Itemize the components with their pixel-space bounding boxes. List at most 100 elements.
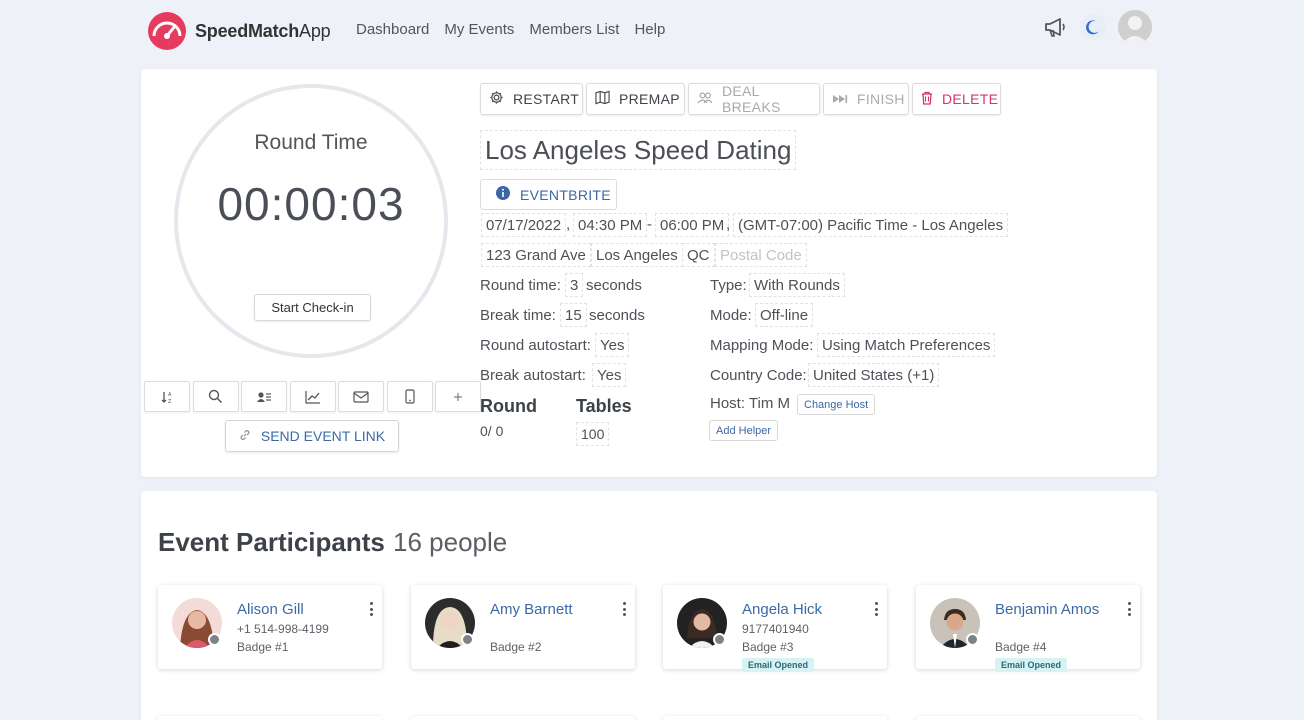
top-navbar: SpeedMatchApp Dashboard My Events Member… [0,0,1304,62]
tables-heading: Tables [576,396,632,416]
email-opened-badge: Email Opened [742,658,815,672]
tables-field[interactable]: 100 [576,422,610,446]
megaphone-icon[interactable] [1042,14,1068,40]
participant-card[interactable] [158,716,382,720]
round-time-setting-field[interactable]: 3 [565,273,584,297]
country-code-label: Country Code: [710,367,807,384]
mapping-mode-label: Mapping Mode: [710,337,814,354]
participant-badge: Badge #4 [995,640,1047,654]
fast-forward-icon [832,91,848,107]
participant-name[interactable]: Benjamin Amos [995,601,1099,618]
brand-name: SpeedMatchApp [195,20,331,41]
status-dot [713,633,726,646]
gear-icon [489,90,504,108]
event-date-field[interactable]: 07/17/2022 [481,213,567,237]
eventbrite-button[interactable]: EVENTBRITE [480,179,617,210]
participant-badge: Badge #2 [490,640,542,654]
more-vertical-icon[interactable] [369,602,373,616]
round-time-setting-label: Round time: [480,277,561,294]
contact-card-icon[interactable] [241,381,287,412]
postal-code-field[interactable]: Postal Code [715,243,807,267]
time-range-dash: - [647,216,652,233]
break-autostart-field[interactable]: Yes [592,363,627,387]
deal-breaks-button[interactable]: DEAL BREAKS [688,83,820,115]
sort-icon[interactable]: AZ [144,381,190,412]
change-host-button[interactable]: Change Host [797,394,876,415]
finish-label: FINISH [857,91,905,107]
round-progress: 0/ 0 [480,423,504,439]
mode-field[interactable]: Off-line [755,303,814,327]
map-icon [595,90,610,108]
more-vertical-icon[interactable] [874,602,878,616]
participants-count: 16 people [393,527,508,557]
status-dot [966,633,979,646]
city-field[interactable]: Los Angeles [591,243,683,267]
participant-card[interactable]: Amy Barnett Badge #2 [411,585,635,669]
timezone-field[interactable]: (GMT-07:00) Pacific Time - Los Angeles [733,213,1009,237]
participant-name[interactable]: Angela Hick [742,601,822,618]
event-details-card: Round Time 00:00:03 Start Check-in AZ SE… [141,69,1157,477]
premap-label: PREMAP [619,91,680,107]
premap-button[interactable]: PREMAP [586,83,685,115]
user-avatar[interactable] [1118,10,1152,44]
send-event-link-button[interactable]: SEND EVENT LINK [225,420,399,452]
mail-icon[interactable] [338,381,384,412]
region-field[interactable]: QC [682,243,715,267]
finish-button[interactable]: FINISH [823,83,909,115]
event-title[interactable]: Los Angeles Speed Dating [480,130,797,170]
participant-card[interactable]: Angela Hick 9177401940 Badge #3 Email Op… [663,585,887,672]
participant-card[interactable] [663,716,887,720]
country-code-field[interactable]: United States (+1) [808,363,940,387]
participant-card[interactable]: Benjamin Amos Badge #4 Email Opened [916,585,1140,672]
round-time-value: 00:00:03 [217,178,405,230]
round-autostart-field[interactable]: Yes [595,333,630,357]
svg-text:A: A [168,392,172,398]
restart-button[interactable]: RESTART [480,83,583,115]
date-separator: , [566,216,571,233]
plus-icon[interactable] [435,381,481,412]
participant-card[interactable]: Alison Gill +1 514-998-4199 Badge #1 [158,585,382,669]
round-autostart-label: Round autostart: [480,337,591,354]
round-time-unit: seconds [586,277,642,294]
phone-icon[interactable] [386,381,433,412]
break-autostart-label: Break autostart: [480,367,586,384]
type-field[interactable]: With Rounds [749,273,845,297]
dark-mode-moon-icon[interactable] [1080,14,1106,40]
type-label: Type: [710,277,747,294]
round-time-label: Round Time [254,131,368,154]
participant-badge: Badge #1 [237,640,289,654]
start-checkin-button[interactable]: Start Check-in [254,294,371,321]
main-nav: Dashboard My Events Members List Help [356,21,665,38]
end-time-field[interactable]: 06:00 PM [655,213,730,237]
nav-help[interactable]: Help [634,21,665,38]
nav-my-events[interactable]: My Events [444,21,514,38]
address-field[interactable]: 123 Grand Ave [481,243,591,267]
participant-phone: +1 514-998-4199 [237,622,329,636]
status-dot [208,633,221,646]
participant-name[interactable]: Amy Barnett [490,601,573,618]
search-icon[interactable] [192,381,239,412]
break-time-setting-label: Break time: [480,307,556,324]
link-icon [239,428,251,444]
nav-dashboard[interactable]: Dashboard [356,21,429,38]
round-heading: Round [480,396,537,416]
brand-logo[interactable]: SpeedMatchApp [146,10,331,52]
participant-card[interactable] [411,716,635,720]
nav-members-list[interactable]: Members List [529,21,619,38]
mode-label: Mode: [710,307,752,324]
participant-name[interactable]: Alison Gill [237,601,304,618]
break-time-setting-field[interactable]: 15 [560,303,587,327]
svg-text:Z: Z [168,399,172,404]
break-time-unit: seconds [589,307,645,324]
time-separator: , [726,216,731,233]
add-helper-button[interactable]: Add Helper [709,420,779,441]
host-label: Host: Tim M [710,395,791,412]
event-actions: RESTART PREMAP DEAL BREAKS FINISH DELETE [480,83,1001,115]
chart-icon[interactable] [289,381,336,412]
mapping-mode-field[interactable]: Using Match Preferences [817,333,996,357]
participant-card[interactable] [916,716,1140,720]
delete-button[interactable]: DELETE [912,83,1001,115]
start-time-field[interactable]: 04:30 PM [573,213,648,237]
more-vertical-icon[interactable] [1127,602,1131,616]
more-vertical-icon[interactable] [622,602,626,616]
